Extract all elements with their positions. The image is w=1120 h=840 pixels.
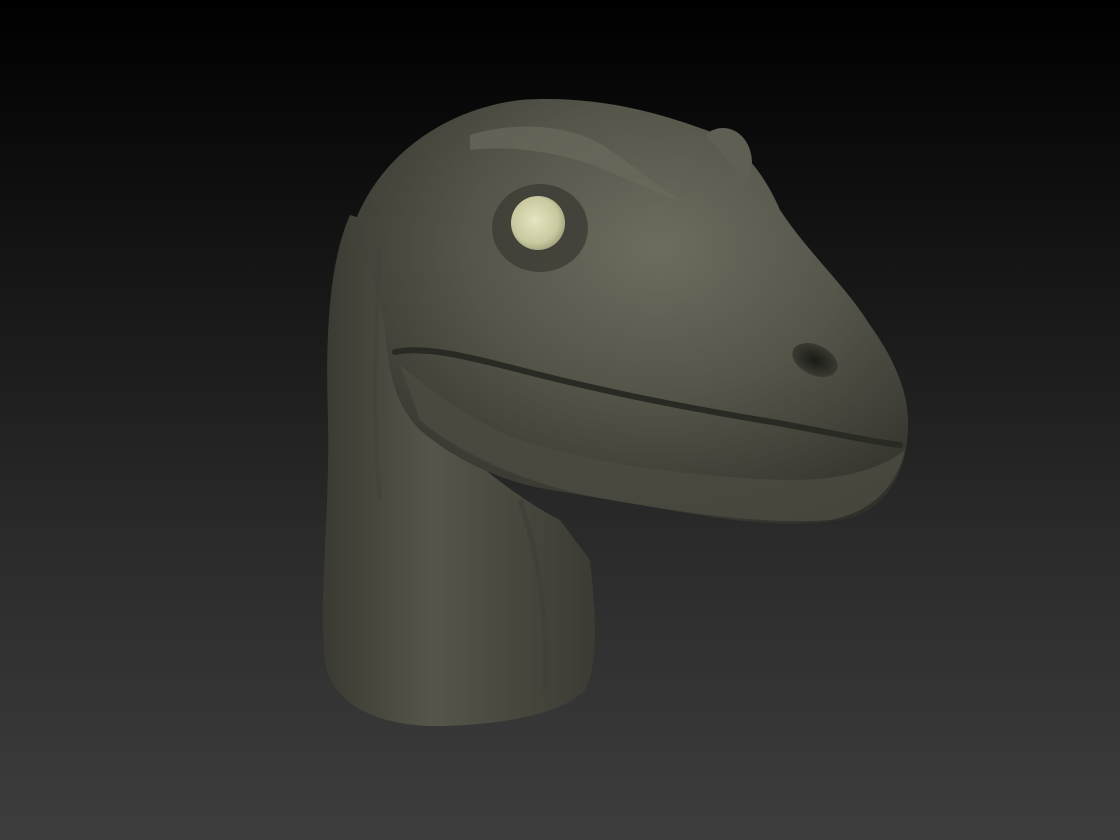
- 3d-viewport[interactable]: [0, 0, 1120, 840]
- sculpt-render: [322, 99, 909, 727]
- eye-icon: [511, 196, 565, 250]
